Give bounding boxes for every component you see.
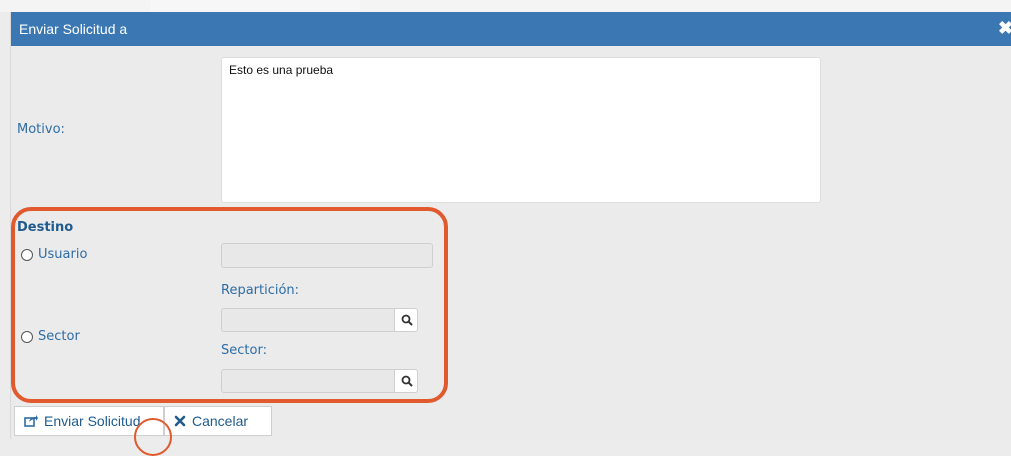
enviar-solicitud-dialog: Enviar Solicitud a ✖ Motivo: Esto es una…	[11, 12, 1011, 439]
close-icon[interactable]: ✖	[998, 18, 1011, 39]
click-indicator	[134, 418, 172, 456]
sector-input[interactable]	[221, 369, 395, 393]
usuario-radio[interactable]	[21, 248, 33, 261]
sector-radio[interactable]	[21, 330, 33, 343]
background-top-strip	[0, 0, 1011, 13]
share-icon	[24, 415, 38, 427]
dialog-titlebar: Enviar Solicitud a ✖	[11, 12, 1011, 46]
cancelar-button[interactable]: Cancelar	[164, 406, 272, 436]
sector-option[interactable]: Sector	[21, 329, 80, 344]
sector-field-label: Sector:	[221, 343, 267, 358]
destino-heading: Destino	[17, 220, 74, 235]
sector-label: Sector	[38, 329, 80, 344]
usuario-input[interactable]	[221, 243, 433, 268]
enviar-solicitud-label: Enviar Solicitud	[44, 413, 141, 429]
cancelar-label: Cancelar	[192, 413, 249, 429]
search-icon	[401, 314, 413, 326]
dialog-title: Enviar Solicitud a	[19, 21, 128, 37]
sector-search-button[interactable]	[394, 369, 418, 393]
search-icon	[401, 375, 413, 387]
usuario-label: Usuario	[38, 247, 88, 262]
motivo-label: Motivo:	[17, 122, 65, 137]
close-icon	[174, 415, 186, 427]
reparticion-search-button[interactable]	[394, 308, 418, 332]
usuario-option[interactable]: Usuario	[21, 247, 87, 262]
motivo-textarea[interactable]: Esto es una prueba	[221, 57, 821, 203]
reparticion-input[interactable]	[221, 308, 395, 332]
reparticion-label: Repartición:	[221, 283, 300, 298]
